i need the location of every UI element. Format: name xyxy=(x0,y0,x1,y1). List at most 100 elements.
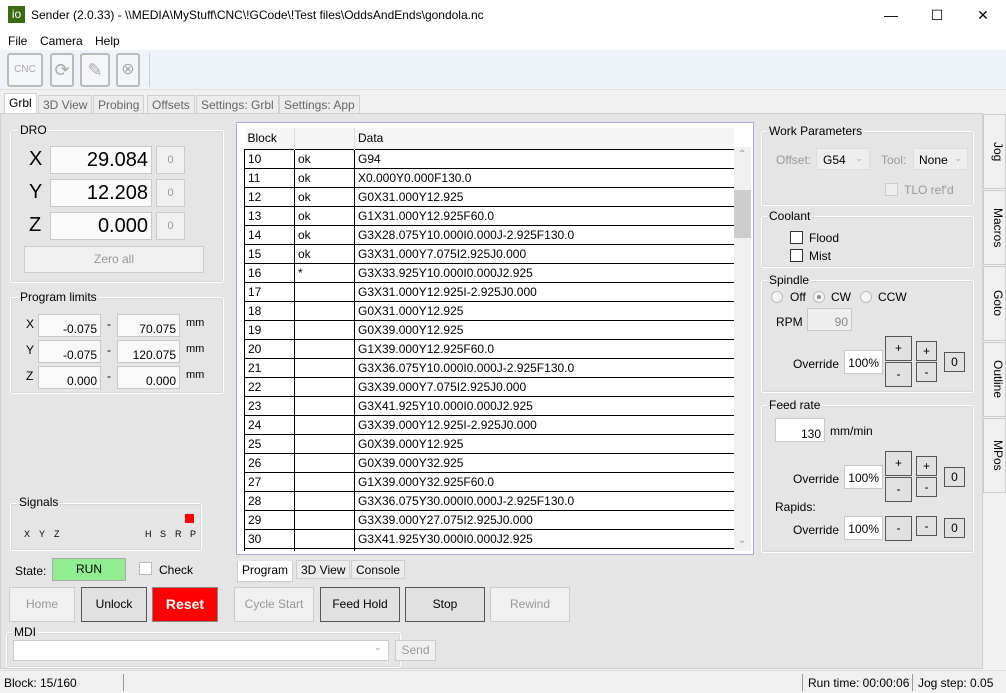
spindle-override-coarse-plus-button[interactable]: + xyxy=(885,336,912,361)
cell-status xyxy=(294,452,355,473)
spindle-off-radio[interactable] xyxy=(771,291,783,303)
spindle-ccw-radio[interactable] xyxy=(860,291,872,303)
table-row[interactable]: 24 G3X39.000Y12.925I-2.925J0.000 xyxy=(244,414,734,435)
rapids-override-coarse-minus-button[interactable]: - xyxy=(885,516,912,541)
table-row[interactable]: 10 ok G94 xyxy=(244,148,734,169)
rapids-override-fine-minus-button[interactable]: - xyxy=(916,516,937,536)
column-header-data[interactable]: Data xyxy=(354,128,734,149)
table-row[interactable]: 16 * G3X33.925Y10.000I0.000J2.925 xyxy=(244,262,734,283)
cell-data: X0.000Y0.000F130.0 xyxy=(354,167,734,188)
spindle-override-coarse-minus-button[interactable]: - xyxy=(885,362,912,387)
menu-file[interactable]: File xyxy=(8,34,27,48)
rapids-override-reset-button[interactable]: 0 xyxy=(944,518,965,538)
close-button[interactable]: ✕ xyxy=(960,0,1006,31)
dro-x-value: 29.084 xyxy=(50,146,152,174)
spindle-cw-radio[interactable] xyxy=(813,291,825,303)
feed-override-reset-button[interactable]: 0 xyxy=(944,467,965,487)
table-row[interactable]: 31 G3X39.000Y32.925I-2.925J0.000 xyxy=(244,547,734,551)
tab-probing[interactable]: Probing xyxy=(93,95,145,114)
mdi-input[interactable] xyxy=(13,640,389,661)
mist-label: Mist xyxy=(809,249,831,263)
spindle-override-reset-button[interactable]: 0 xyxy=(944,352,965,372)
feed-override-fine-minus-button[interactable]: - xyxy=(916,477,937,497)
table-row[interactable]: 20 G1X39.000Y12.925F60.0 xyxy=(244,338,734,359)
spindle-override-fine-minus-button[interactable]: - xyxy=(916,362,937,382)
offset-select[interactable]: G54 ⌄ xyxy=(816,148,870,170)
zero-z-button[interactable]: 0 xyxy=(156,212,185,240)
table-row[interactable]: 25 G0X39.000Y12.925 xyxy=(244,433,734,454)
scroll-down-icon[interactable]: ⌄ xyxy=(738,535,746,546)
program-scrollbar[interactable]: ⌃ ⌄ xyxy=(734,147,751,551)
side-tab-goto[interactable]: Goto xyxy=(983,266,1006,341)
table-row[interactable]: 23 G3X41.925Y10.000I0.000J2.925 xyxy=(244,395,734,416)
tab-3d-view-sub[interactable]: 3D View xyxy=(296,560,351,579)
side-tab-outline[interactable]: Outline xyxy=(983,342,1006,417)
minimize-button[interactable]: — xyxy=(868,0,914,31)
mist-checkbox[interactable] xyxy=(790,249,803,262)
send-button[interactable]: Send xyxy=(395,640,436,661)
zero-y-button[interactable]: 0 xyxy=(156,179,185,207)
tab-3d-view[interactable]: 3D View xyxy=(38,95,93,114)
check-mode-checkbox[interactable] xyxy=(139,562,152,575)
table-row[interactable]: 19 G0X39.000Y12.925 xyxy=(244,319,734,340)
tab-console[interactable]: Console xyxy=(351,560,406,579)
table-row[interactable]: 28 G3X36.075Y30.000I0.000J-2.925F130.0 xyxy=(244,490,734,511)
chevron-down-icon[interactable]: ⌄ xyxy=(374,642,382,653)
open-file-icon[interactable]: CNC xyxy=(7,53,43,87)
cell-data: G0X39.000Y32.925 xyxy=(354,452,734,473)
table-row[interactable]: 15 ok G3X31.000Y7.075I2.925J0.000 xyxy=(244,243,734,264)
rewind-button[interactable]: Rewind xyxy=(490,587,570,622)
table-row[interactable]: 26 G0X39.000Y32.925 xyxy=(244,452,734,473)
cell-block: 20 xyxy=(244,338,295,359)
home-button[interactable]: Home xyxy=(9,587,75,622)
scrollbar-thumb[interactable] xyxy=(734,190,751,238)
reload-icon[interactable]: ⟳ xyxy=(50,53,74,87)
menu-camera[interactable]: Camera xyxy=(40,34,83,48)
edit-file-icon[interactable]: ✎ xyxy=(80,53,110,87)
side-tab-jog[interactable]: Jog xyxy=(983,114,1006,189)
scroll-up-icon[interactable]: ⌃ xyxy=(738,149,746,160)
table-row[interactable]: 13 ok G1X31.000Y12.925F60.0 xyxy=(244,205,734,226)
tlo-checkbox[interactable] xyxy=(885,183,898,196)
menu-help[interactable]: Help xyxy=(95,34,120,48)
rpm-input[interactable]: 90 xyxy=(807,308,852,331)
limit-x-max: 70.075 xyxy=(117,314,180,337)
tool-select[interactable]: None ⌄ xyxy=(913,148,968,170)
zero-all-button[interactable]: Zero all xyxy=(24,246,204,273)
table-row[interactable]: 12 ok G0X31.000Y12.925 xyxy=(244,186,734,207)
spindle-override-fine-plus-button[interactable]: + xyxy=(916,341,937,361)
feed-override-coarse-plus-button[interactable]: + xyxy=(885,451,912,476)
table-row[interactable]: 14 ok G3X28.075Y10.000I0.000J-2.925F130.0 xyxy=(244,224,734,245)
table-row[interactable]: 30 G3X41.925Y30.000I0.000J2.925 xyxy=(244,528,734,549)
feed-override-fine-plus-button[interactable]: + xyxy=(916,456,937,476)
stop-button[interactable]: Stop xyxy=(405,587,485,622)
cell-data: G0X31.000Y12.925 xyxy=(354,186,734,207)
table-row[interactable]: 17 G3X31.000Y12.925I-2.925J0.000 xyxy=(244,281,734,302)
tab-grbl[interactable]: Grbl xyxy=(4,93,37,114)
cycle-start-button[interactable]: Cycle Start xyxy=(234,587,314,622)
side-tab-macros[interactable]: Macros xyxy=(983,190,1006,265)
tab-settings-grbl[interactable]: Settings: Grbl xyxy=(196,95,279,114)
close-file-icon[interactable]: ⊗ xyxy=(116,53,140,87)
table-row[interactable]: 21 G3X36.075Y10.000I0.000J-2.925F130.0 xyxy=(244,357,734,378)
table-row[interactable]: 11 ok X0.000Y0.000F130.0 xyxy=(244,167,734,188)
tab-offsets[interactable]: Offsets xyxy=(147,95,195,114)
reset-button[interactable]: Reset xyxy=(152,587,218,622)
unlock-button[interactable]: Unlock xyxy=(81,587,147,622)
zero-x-button[interactable]: 0 xyxy=(156,146,185,174)
tab-program[interactable]: Program xyxy=(237,561,294,582)
side-tab-mpos[interactable]: MPos xyxy=(983,418,1006,493)
toolbar-divider xyxy=(149,53,150,87)
feed-hold-button[interactable]: Feed Hold xyxy=(320,587,400,622)
cell-block: 15 xyxy=(244,243,295,264)
table-row[interactable]: 22 G3X39.000Y7.075I2.925J0.000 xyxy=(244,376,734,397)
table-row[interactable]: 29 G3X39.000Y27.075I2.925J0.000 xyxy=(244,509,734,530)
maximize-button[interactable]: ☐ xyxy=(914,0,960,31)
column-header-status[interactable] xyxy=(294,128,355,149)
feed-override-coarse-minus-button[interactable]: - xyxy=(885,477,912,502)
table-row[interactable]: 18 G0X31.000Y12.925 xyxy=(244,300,734,321)
column-header-block[interactable]: Block xyxy=(244,128,295,149)
tab-settings-app[interactable]: Settings: App xyxy=(279,95,360,114)
table-row[interactable]: 27 G1X39.000Y32.925F60.0 xyxy=(244,471,734,492)
flood-checkbox[interactable] xyxy=(790,231,803,244)
